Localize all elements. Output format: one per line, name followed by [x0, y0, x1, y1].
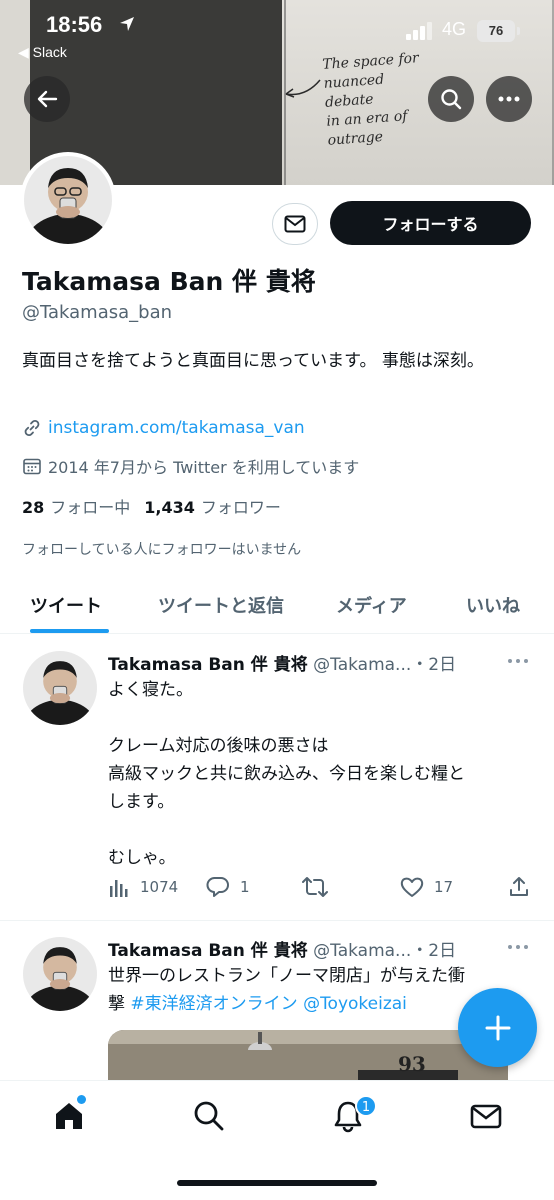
like-count: 17: [434, 878, 454, 896]
tweet-avatar[interactable]: [23, 651, 97, 725]
tweet-more-icon[interactable]: [506, 942, 530, 952]
profile-avatar[interactable]: [20, 152, 116, 248]
tweet-author-name[interactable]: Takamasa Ban 伴 貴将: [108, 941, 308, 961]
share-action[interactable]: [508, 876, 540, 898]
retweet-icon: [302, 877, 328, 897]
tweet-more-icon[interactable]: [506, 656, 530, 666]
following-label: フォロー中: [50, 498, 131, 517]
notification-count-badge: 1: [355, 1095, 377, 1117]
card-house-number: 93: [398, 1052, 426, 1076]
battery-indicator: 76: [477, 20, 515, 42]
banner-arrow-drawing: [285, 79, 321, 98]
home-indicator: [177, 1180, 377, 1186]
tweet-line: [108, 704, 528, 732]
followers-you-know: フォローしている人にフォロワーはいません: [22, 542, 302, 558]
following-count: 28: [22, 498, 45, 517]
views-count: 1074: [140, 878, 179, 896]
tab-media[interactable]: メディア: [336, 592, 407, 618]
battery-tip: [517, 27, 520, 35]
tweet-header: Takamasa Ban 伴 貴将 @Takama...・2日: [108, 650, 456, 675]
active-tab-indicator: [30, 629, 109, 633]
tweet-line: よく寝た。: [108, 680, 193, 700]
tweet-avatar[interactable]: [23, 937, 97, 1011]
reply-count: 1: [240, 878, 250, 896]
compose-tweet-button[interactable]: [458, 988, 537, 1067]
back-to-app-link[interactable]: ◀ Slack: [18, 44, 67, 61]
status-time: 18:56: [46, 12, 103, 37]
home-icon[interactable]: [52, 1099, 86, 1133]
tweet-author-handle: @Takama...: [313, 655, 412, 675]
tweet-line: 世界一のレストラン「ノーマ閉店」が与えた衝: [108, 966, 465, 986]
back-button[interactable]: [24, 76, 70, 122]
signal-icon: [406, 22, 432, 40]
tweet-text: よく寝た。 クレーム対応の後味の悪さは 高級マックと共に飲み込み、今日を楽しむ糧…: [108, 676, 528, 872]
like-action[interactable]: 17: [400, 876, 453, 898]
tweet-line: むしゃ。: [108, 848, 176, 868]
tweet-line: 高級マックと共に飲み込み、今日を楽しむ糧と: [108, 764, 465, 784]
avatar-photo: [23, 937, 97, 1011]
heart-icon: [400, 877, 424, 897]
website-link[interactable]: instagram.com/takamasa_van: [48, 418, 305, 438]
tweet-header: Takamasa Ban 伴 貴将 @Takama...・2日: [108, 936, 456, 961]
tweet-line: [108, 816, 528, 844]
tweet-line: クレーム対応の後味の悪さは: [108, 736, 329, 756]
tweet-line: します。: [108, 792, 175, 812]
profile-joined: 2014 年7月から Twitter を利用しています: [22, 454, 359, 478]
mention-link[interactable]: @Toyokeizai: [303, 994, 407, 1014]
tweet-divider: [0, 920, 554, 921]
user-handle: @Takamasa_ban: [22, 302, 173, 323]
tweet-author-handle: @Takama...: [313, 941, 412, 961]
joined-date: 2014 年7月から Twitter を利用しています: [48, 458, 360, 477]
avatar-photo: [24, 156, 112, 244]
status-bar: 18:56 ◀ Slack 4G 76: [0, 0, 554, 70]
location-arrow-icon: [120, 17, 134, 31]
tweet-author-name[interactable]: Takamasa Ban 伴 貴将: [108, 655, 308, 675]
analytics-icon: [110, 880, 128, 897]
profile-tabs: ツイート ツイートと返信 メディア いいね: [0, 580, 554, 634]
tweet-time: ・2日: [411, 655, 457, 675]
envelope-icon: [284, 215, 306, 233]
link-icon: [24, 419, 40, 437]
arrow-left-icon: [37, 90, 58, 108]
tab-tweets-replies[interactable]: ツイートと返信: [158, 592, 284, 618]
avatar-photo: [23, 651, 97, 725]
reply-action[interactable]: 1: [206, 876, 250, 898]
messages-envelope-icon[interactable]: [469, 1099, 503, 1133]
tab-likes[interactable]: いいね: [466, 592, 520, 618]
followers-link[interactable]: 1,434 フォロワー: [144, 494, 281, 518]
home-unread-dot: [77, 1095, 86, 1104]
hashtag-link[interactable]: #東洋経済オンライン: [130, 994, 297, 1014]
display-name: Takamasa Ban 伴 貴将: [22, 267, 316, 296]
following-link[interactable]: 28 フォロー中: [22, 494, 130, 518]
explore-search-icon[interactable]: [192, 1099, 226, 1133]
message-button[interactable]: [272, 203, 318, 245]
retweet-action[interactable]: [302, 876, 338, 898]
tweet-text-fragment: 撃: [108, 994, 131, 1014]
calendar-icon: [23, 458, 41, 475]
share-icon: [510, 877, 528, 896]
follow-button[interactable]: フォローする: [330, 201, 531, 245]
tab-tweets[interactable]: ツイート: [30, 592, 102, 618]
followers-count: 1,434: [144, 498, 195, 517]
more-dots-icon: [498, 96, 520, 102]
network-type: 4G: [442, 19, 467, 39]
plus-icon: [485, 1015, 510, 1040]
reply-icon: [206, 877, 229, 897]
followers-label: フォロワー: [200, 498, 281, 517]
search-button[interactable]: [428, 76, 474, 122]
tweet-time: ・2日: [411, 941, 457, 961]
more-options-button[interactable]: [486, 76, 532, 122]
follow-counts: 28 フォロー中 1,434 フォロワー: [22, 494, 281, 518]
profile-website[interactable]: instagram.com/takamasa_van: [22, 418, 305, 438]
profile-bio: 真面目さを捨てようと真面目に思っています。 事態は深刻。: [22, 351, 484, 371]
tweet-actions: 1074 1 17: [108, 876, 532, 904]
search-icon: [441, 89, 462, 110]
views-action[interactable]: 1074: [108, 876, 178, 898]
